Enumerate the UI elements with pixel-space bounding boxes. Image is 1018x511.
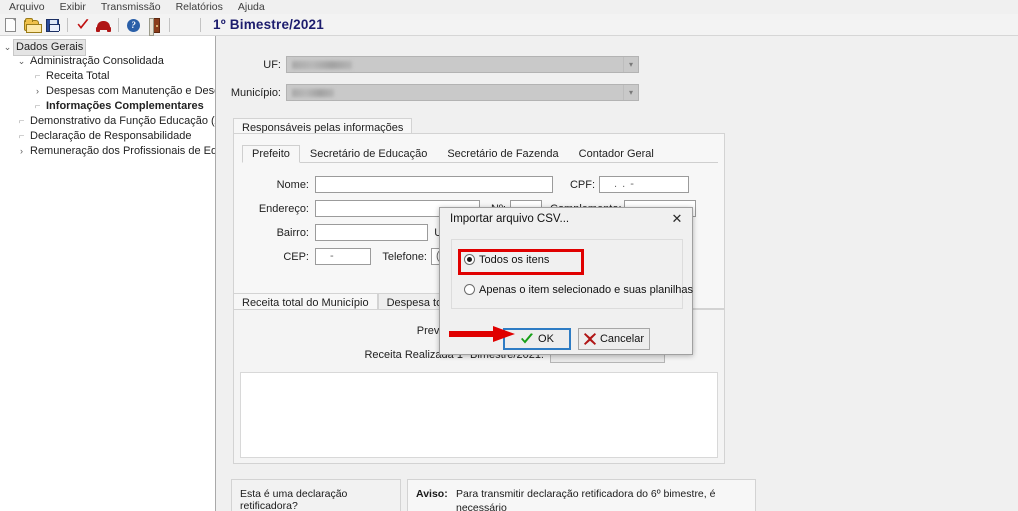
- municipio-value-redacted: [292, 88, 334, 97]
- chevron-down-icon: ⌄: [17, 56, 26, 66]
- tree-item-label: Declaração de Responsabilidade: [30, 130, 192, 142]
- toolbar: ? 1º Bimestre/2021: [0, 14, 1018, 36]
- tree-item-remuneracao-profissionais[interactable]: › Remuneração dos Profissionais de Edu: [0, 144, 215, 159]
- toolbar-separator-2: [118, 17, 119, 32]
- tree-item-label: Receita Total: [46, 70, 110, 82]
- tree-item-label: Administração Consolidada: [30, 55, 164, 68]
- help-icon[interactable]: ?: [125, 16, 142, 34]
- dialog-titlebar: Importar arquivo CSV... ✕: [440, 208, 692, 230]
- menu-item-ajuda[interactable]: Ajuda: [232, 0, 274, 14]
- option-apenas-item-selecionado[interactable]: Apenas o item selecionado e suas planilh…: [464, 284, 693, 296]
- chevron-down-icon: ⌄: [3, 41, 12, 52]
- menu-item-relatorios[interactable]: Relatórios: [170, 0, 232, 14]
- receita-table-area: [240, 372, 718, 458]
- dialog-title: Importar arquivo CSV...: [450, 213, 570, 225]
- endereco-label: Endereço:: [258, 202, 309, 215]
- tab-secretario-educacao[interactable]: Secretário de Educação: [300, 145, 437, 162]
- chevron-right-icon: ›: [36, 86, 39, 96]
- municipio-row: Município: ▾: [217, 84, 639, 101]
- tab-prefeito[interactable]: Prefeito: [242, 145, 300, 163]
- new-document-icon[interactable]: [2, 16, 19, 34]
- dialog-options-box: Todos os itens Apenas o item selecionado…: [451, 239, 693, 309]
- toolbar-separator-4: [200, 17, 201, 32]
- toolbar-separator-3: [169, 17, 170, 32]
- toolbar-separator-1: [67, 17, 68, 32]
- red-arrow-annotation: [449, 326, 515, 342]
- aviso-label: Aviso:: [416, 488, 448, 500]
- menu-item-transmissao[interactable]: Transmissão: [95, 0, 170, 14]
- ok-button-label: OK: [538, 333, 554, 345]
- option-todos-os-itens[interactable]: Todos os itens: [464, 254, 549, 266]
- cpf-input[interactable]: . . -: [599, 176, 689, 193]
- tab-contador-geral[interactable]: Contador Geral: [569, 145, 664, 162]
- radio-todos-itens-circle[interactable]: [464, 254, 475, 265]
- tree-item-informacoes-complementares[interactable]: ⌐ Informações Complementares: [0, 99, 215, 114]
- validate-check-icon[interactable]: [74, 16, 91, 34]
- x-icon: [583, 333, 596, 345]
- tree-line-icon: ⌐: [34, 71, 41, 82]
- menu-bar: Arquivo Exibir Transmissão Relatórios Aj…: [0, 0, 1018, 14]
- tree-item-dados-gerais[interactable]: ⌄ Dados Gerais: [0, 39, 215, 56]
- tree-item-despesas-manutencao[interactable]: › Despesas com Manutenção e Dese: [0, 84, 215, 99]
- tab-secretario-fazenda[interactable]: Secretário de Fazenda: [437, 145, 568, 162]
- cep-label: CEP:: [283, 250, 309, 263]
- uf-row: UF: ▾: [217, 56, 639, 73]
- tree-item-demonstrativo-funcao-educacao[interactable]: ⌐ Demonstrativo da Função Educação (Ac: [0, 114, 215, 129]
- nome-label: Nome:: [276, 178, 309, 191]
- cpf-label: CPF:: [569, 178, 595, 191]
- chevron-right-icon: ›: [20, 146, 23, 156]
- menu-item-arquivo[interactable]: Arquivo: [3, 0, 54, 14]
- municipio-label: Município:: [230, 86, 281, 99]
- tree-line-icon: ⌐: [18, 131, 25, 142]
- tree-item-administracao-consolidada[interactable]: ⌄ Administração Consolidada: [0, 54, 215, 69]
- option-apenas-item-selecionado-label: Apenas o item selecionado e suas planilh…: [479, 284, 694, 296]
- cep-input[interactable]: -: [315, 248, 371, 265]
- tree-line-icon: ⌐: [18, 116, 25, 127]
- aviso-box: Aviso: Para transmitir declaração retifi…: [407, 479, 756, 511]
- cancel-button-label: Cancelar: [599, 333, 645, 345]
- menu-item-exibir[interactable]: Exibir: [54, 0, 95, 14]
- bairro-input[interactable]: [315, 224, 428, 241]
- nome-input[interactable]: [315, 176, 553, 193]
- municipio-select[interactable]: ▾: [286, 84, 639, 101]
- aviso-text: Aviso: Para transmitir declaração retifi…: [416, 487, 752, 511]
- tree-item-label: Despesas com Manutenção e Dese: [46, 85, 216, 98]
- retificadora-question: Esta é uma declaração retificadora?: [240, 488, 348, 511]
- nome-row: Nome: CPF: . . -: [234, 176, 689, 193]
- tree-item-label: Remuneração dos Profissionais de Edu: [30, 145, 216, 158]
- close-icon[interactable]: ✕: [662, 208, 692, 230]
- cancel-button[interactable]: Cancelar: [578, 328, 650, 350]
- telefone-label: Telefone:: [382, 250, 427, 263]
- tree-line-icon: ⌐: [34, 101, 41, 112]
- responsaveis-tabs: Prefeito Secretário de Educação Secretár…: [242, 145, 718, 163]
- uf-label: UF:: [263, 58, 281, 71]
- save-icon[interactable]: [44, 16, 61, 34]
- tree-item-declaracao-responsabilidade[interactable]: ⌐ Declaração de Responsabilidade: [0, 129, 215, 144]
- check-icon: [521, 332, 534, 343]
- chevron-down-icon: ▾: [623, 85, 638, 100]
- phone-icon[interactable]: [95, 16, 112, 34]
- open-folder-icon[interactable]: [23, 16, 42, 34]
- uf-value-redacted: [292, 60, 352, 69]
- tree-item-label: Demonstrativo da Função Educação (Ac: [30, 115, 216, 127]
- bairro-label: Bairro:: [276, 226, 309, 239]
- tree-item-receita-total[interactable]: ⌐ Receita Total: [0, 69, 215, 84]
- page-title: 1º Bimestre/2021: [213, 17, 324, 32]
- tree-item-label: Informações Complementares: [46, 100, 204, 112]
- retificadora-group: Esta é uma declaração retificadora? Sim …: [231, 479, 401, 511]
- uf-select[interactable]: ▾: [286, 56, 639, 73]
- chevron-down-icon: ▾: [623, 57, 638, 72]
- option-todos-os-itens-label: Todos os itens: [479, 254, 550, 266]
- radio-apenas-item-circle[interactable]: [464, 284, 475, 295]
- application-window: Arquivo Exibir Transmissão Relatórios Aj…: [0, 0, 1018, 511]
- aviso-line-1: Para transmitir declaração retificadora …: [456, 488, 716, 511]
- exit-door-icon[interactable]: [146, 16, 163, 36]
- navigation-tree[interactable]: ⌄ Dados Gerais ⌄ Administração Consolidada…: [0, 36, 216, 511]
